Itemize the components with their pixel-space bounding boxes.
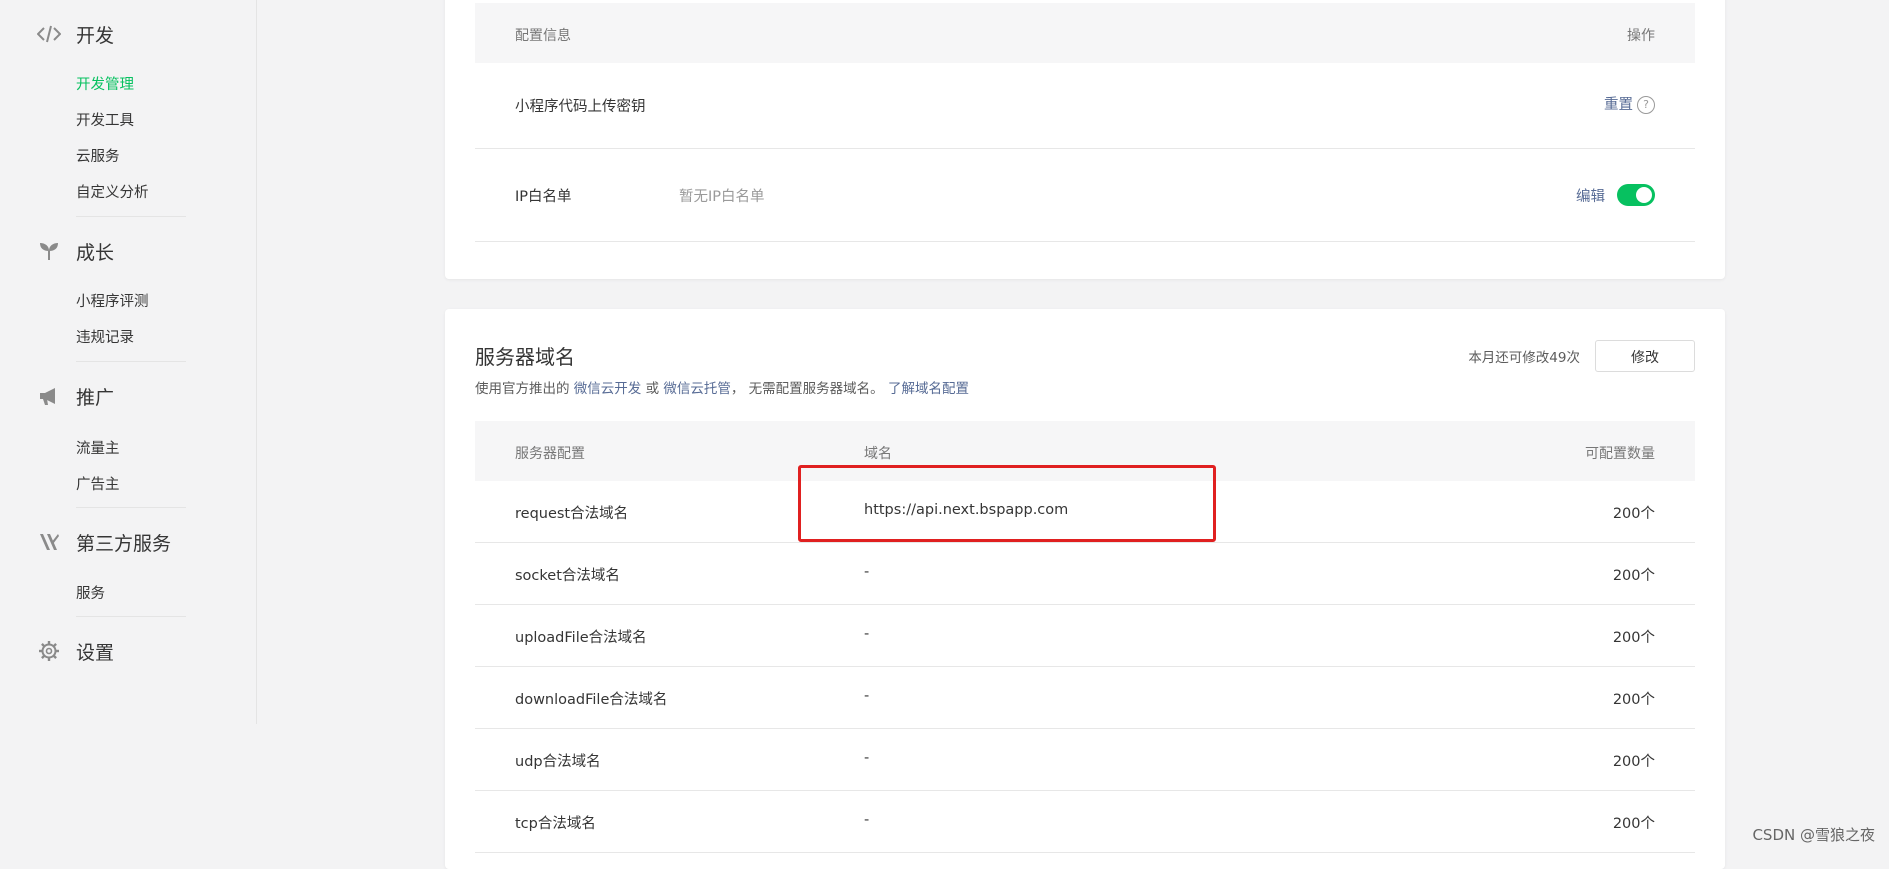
nav-group-dev[interactable]: 开发 — [36, 21, 114, 47]
megaphone-icon — [36, 383, 62, 409]
domain-value: - — [864, 812, 870, 828]
edit-link[interactable]: 编辑 — [1576, 185, 1605, 206]
header-domain: 域名 — [864, 446, 892, 462]
section-desc: 使用官方推出的 微信云开发 或 微信云托管， 无需配置服务器域名。 了解域名配置 — [475, 377, 969, 397]
learn-domain-config-link[interactable]: 了解域名配置 — [888, 381, 969, 397]
table-row: udp合法域名 - 200个 — [475, 729, 1695, 791]
section-title: 服务器域名 — [475, 345, 575, 369]
cloud-hosting-link[interactable]: 微信云托管 — [663, 381, 731, 397]
cloud-dev-link[interactable]: 微信云开发 — [574, 381, 642, 397]
reset-link[interactable]: 重置 — [1604, 97, 1633, 113]
nav-group-title: 设置 — [76, 641, 115, 664]
row-label: IP白名单 — [515, 189, 572, 205]
sprout-icon — [36, 238, 62, 264]
table-row: IP白名单 暂无IP白名单 编辑 — [475, 149, 1695, 242]
table-row: uploadFile合法域名 - 200个 — [475, 605, 1695, 667]
domain-count: 200个 — [1612, 630, 1655, 646]
nav-group-third-party[interactable]: 第三方服务 — [36, 529, 171, 555]
domain-value: - — [864, 626, 870, 642]
third-party-icon — [36, 529, 62, 555]
table-row: request合法域名 https://api.next.bspapp.com … — [475, 481, 1695, 543]
domain-type: downloadFile合法域名 — [515, 692, 668, 708]
sidebar-item-dev-tools[interactable]: 开发工具 — [76, 109, 134, 130]
table-row: tcp合法域名 - 200个 — [475, 791, 1695, 853]
modify-button[interactable]: 修改 — [1595, 340, 1695, 372]
sidebar-item-advertiser[interactable]: 广告主 — [76, 473, 120, 494]
ip-whitelist-toggle[interactable] — [1617, 184, 1655, 206]
sidebar-item-traffic[interactable]: 流量主 — [76, 437, 120, 458]
table-row: downloadFile合法域名 - 200个 — [475, 667, 1695, 729]
gear-icon — [36, 638, 62, 664]
sidebar-item-service[interactable]: 服务 — [76, 582, 105, 603]
table-row: 小程序代码上传密钥 重置? — [475, 63, 1695, 149]
sidebar: 开发 开发管理 开发工具 云服务 自定义分析 成长 小程序评测 违规记录 推广 … — [0, 0, 257, 724]
domain-type: udp合法域名 — [515, 754, 601, 770]
nav-group-settings[interactable]: 设置 — [36, 638, 114, 664]
toggle-knob — [1636, 187, 1652, 203]
divider — [76, 507, 186, 508]
header-server-config: 服务器配置 — [515, 446, 585, 462]
nav-group-title: 第三方服务 — [76, 532, 172, 555]
domain-count: 200个 — [1612, 506, 1655, 522]
nav-group-title: 开发 — [76, 24, 115, 47]
reset-action: 重置? — [1604, 93, 1655, 114]
desc-or: 或 — [645, 381, 660, 397]
domain-count: 200个 — [1612, 816, 1655, 832]
help-icon[interactable]: ? — [1637, 96, 1655, 114]
divider — [76, 361, 186, 362]
nav-group-title: 成长 — [76, 241, 115, 264]
domain-count: 200个 — [1612, 692, 1655, 708]
domain-type: uploadFile合法域名 — [515, 630, 647, 646]
domain-type: request合法域名 — [515, 506, 629, 522]
quota-text: 本月还可修改49次 — [1468, 350, 1580, 366]
domain-type: tcp合法域名 — [515, 816, 596, 832]
domain-value: - — [864, 750, 870, 766]
domain-card: 服务器域名 使用官方推出的 微信云开发 或 微信云托管， 无需配置服务器域名。 … — [445, 309, 1725, 869]
domain-value: - — [864, 564, 870, 580]
desc-suffix: ， 无需配置服务器域名。 — [730, 381, 884, 397]
domain-value: - — [864, 688, 870, 704]
table-row: socket合法域名 - 200个 — [475, 543, 1695, 605]
sidebar-item-review[interactable]: 小程序评测 — [76, 290, 149, 311]
nav-group-title: 推广 — [76, 386, 115, 409]
ip-whitelist-value: 暂无IP白名单 — [679, 189, 765, 205]
config-table-header: 配置信息 操作 — [475, 3, 1695, 63]
sidebar-item-custom-analysis[interactable]: 自定义分析 — [76, 181, 149, 202]
code-icon — [36, 21, 62, 47]
watermark: CSDN @雪狼之夜 — [1752, 826, 1875, 844]
header-action: 操作 — [1627, 28, 1655, 44]
header-count: 可配置数量 — [1585, 446, 1655, 462]
domain-count: 200个 — [1612, 568, 1655, 584]
desc-prefix: 使用官方推出的 — [475, 381, 570, 397]
domain-count: 200个 — [1612, 754, 1655, 770]
domain-type: socket合法域名 — [515, 568, 620, 584]
nav-group-promote[interactable]: 推广 — [36, 383, 114, 409]
divider — [76, 616, 186, 617]
domain-table-header: 服务器配置 域名 可配置数量 — [475, 421, 1695, 481]
header-config-info: 配置信息 — [515, 28, 571, 44]
domain-value: https://api.next.bspapp.com — [864, 502, 1069, 518]
nav-group-growth[interactable]: 成长 — [36, 238, 114, 264]
sidebar-item-cloud[interactable]: 云服务 — [76, 145, 120, 166]
sidebar-item-violations[interactable]: 违规记录 — [76, 326, 134, 347]
divider — [76, 216, 186, 217]
sidebar-item-dev-manage[interactable]: 开发管理 — [76, 73, 134, 94]
config-card: 配置信息 操作 小程序代码上传密钥 重置? IP白名单 暂无IP白名单 编辑 — [445, 0, 1725, 279]
row-label: 小程序代码上传密钥 — [515, 99, 646, 115]
